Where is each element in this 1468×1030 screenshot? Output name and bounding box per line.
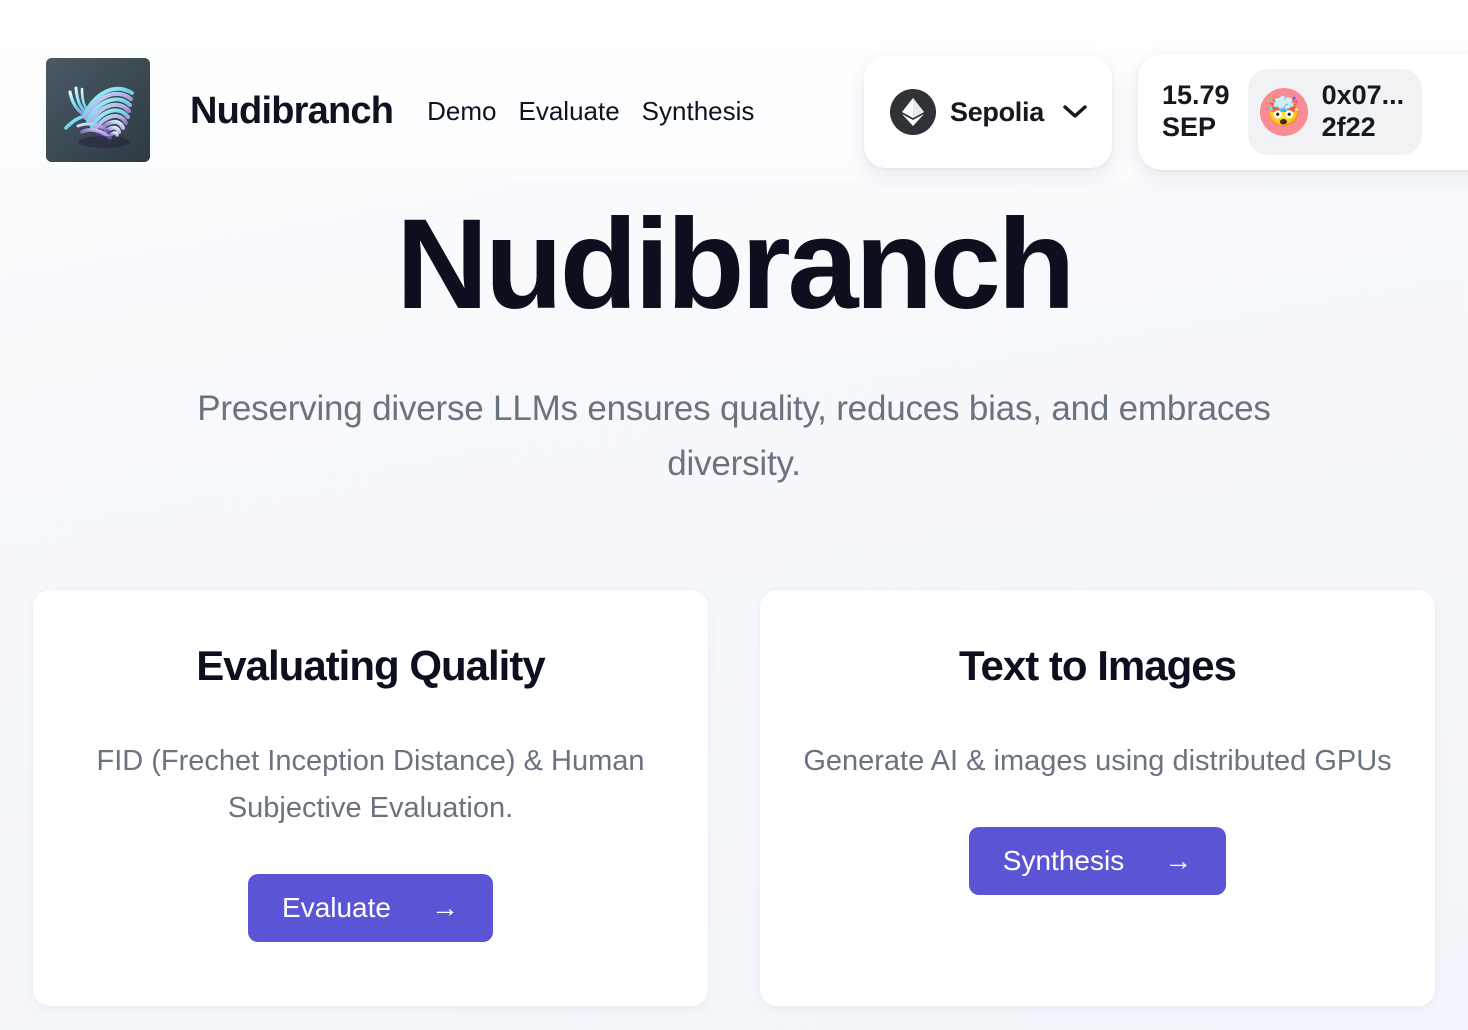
card-text-to-images: Text to Images Generate AI & images usin… — [759, 588, 1436, 1007]
nav-item-demo[interactable]: Demo — [427, 96, 496, 127]
hero-section: Nudibranch Preserving diverse LLMs ensur… — [0, 180, 1468, 491]
main-nav: Demo Evaluate Synthesis — [427, 96, 754, 127]
header-brand-group: Nudibranch Demo Evaluate Synthesis — [46, 58, 754, 162]
nav-item-evaluate[interactable]: Evaluate — [518, 96, 619, 127]
feature-cards: Evaluating Quality FID (Frechet Inceptio… — [0, 588, 1468, 1007]
wallet-chip[interactable]: 15.79 SEP 🤯 0x07... 2f22 — [1138, 54, 1468, 170]
avatar: 🤯 — [1259, 88, 1308, 136]
site-header: Nudibranch Demo Evaluate Synthesis Sepol… — [0, 0, 1468, 180]
synthesis-button[interactable]: Synthesis → — [968, 826, 1227, 895]
card-title: Evaluating Quality — [196, 641, 545, 689]
ethereum-icon — [890, 89, 936, 135]
arrow-right-icon: → — [1164, 844, 1193, 876]
card-description: Generate AI & images using distributed G… — [803, 744, 1392, 777]
evaluate-button[interactable]: Evaluate → — [248, 873, 493, 942]
wallet-address: 0x07... 2f22 — [1322, 80, 1405, 144]
chevron-down-icon[interactable] — [1062, 104, 1088, 120]
page-title: Nudibranch — [395, 193, 1076, 336]
network-name: Sepolia — [950, 96, 1044, 127]
nav-item-synthesis[interactable]: Synthesis — [642, 96, 755, 127]
wallet-address-line1: 0x07... — [1321, 80, 1405, 111]
arrow-right-icon: → — [430, 891, 459, 923]
hero-subtitle: Preserving diverse LLMs ensures quality,… — [197, 389, 1271, 483]
wallet-balance-symbol: SEP — [1162, 112, 1217, 142]
synthesis-button-label: Synthesis — [1002, 844, 1125, 876]
brand-title: Nudibranch — [190, 89, 394, 132]
wallet-account-button[interactable]: 🤯 0x07... 2f22 — [1247, 69, 1423, 155]
brand-and-nav: Nudibranch Demo Evaluate Synthesis — [190, 90, 754, 133]
network-selector[interactable]: Sepolia — [864, 56, 1112, 168]
nudibranch-logo-icon[interactable] — [46, 58, 150, 162]
evaluate-button-label: Evaluate — [282, 891, 391, 923]
wallet-balance: 15.79 SEP — [1162, 80, 1230, 144]
wallet-address-line2: 2f22 — [1321, 112, 1376, 142]
card-description: FID (Frechet Inception Distance) & Human… — [96, 744, 645, 824]
wallet-balance-amount: 15.79 — [1162, 80, 1230, 111]
card-title: Text to Images — [959, 641, 1237, 689]
card-evaluating-quality: Evaluating Quality FID (Frechet Inceptio… — [32, 588, 709, 1007]
